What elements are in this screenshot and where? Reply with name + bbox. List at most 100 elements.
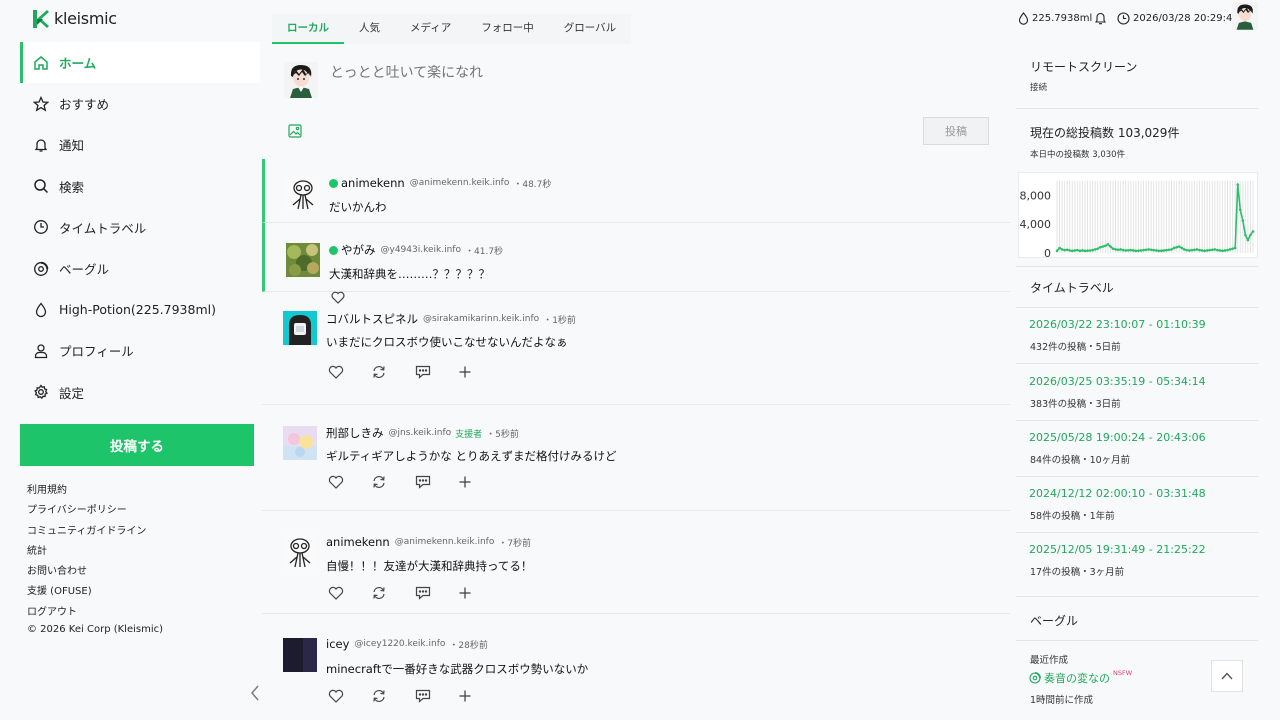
bagel-created: 1時間前に作成: [1030, 695, 1094, 706]
composer-input[interactable]: [330, 62, 930, 84]
nav-item-notifications[interactable]: 通知: [20, 124, 260, 165]
reply-icon[interactable]: [415, 475, 458, 489]
nav-item-search[interactable]: 検索: [20, 166, 260, 207]
footer-link-privacy[interactable]: プライバシーポリシー: [27, 501, 163, 521]
timetravel-info: 84件の投稿・10ヶ月前: [1030, 455, 1131, 466]
post[interactable]: やがみ @y4943i.keik.info ・41.7秒 大漢和辞典を………？？…: [262, 223, 1010, 304]
tab-local[interactable]: ローカル: [272, 14, 344, 44]
post-author-name[interactable]: コバルトスピネル: [326, 311, 418, 327]
footer-link-guidelines[interactable]: コミュニティガイドライン: [27, 522, 163, 542]
post-avatar[interactable]: [283, 535, 317, 569]
tab-following[interactable]: フォロー中: [466, 14, 549, 44]
footer-link-support[interactable]: 支援 (OFUSE): [27, 582, 163, 602]
timetravel-range[interactable]: 2024/12/12 02:00:10 - 03:31:48: [1029, 487, 1206, 500]
image-attach-icon[interactable]: [288, 124, 302, 138]
nav-item-recommended[interactable]: おすすめ: [20, 83, 260, 124]
post[interactable]: animekenn @animekenn.keik.info ・7秒前 自慢！！…: [262, 511, 1010, 614]
post-author-name[interactable]: icey: [326, 637, 349, 651]
divider: [1016, 307, 1258, 308]
bell-icon[interactable]: [1094, 11, 1107, 25]
post-author-name[interactable]: やがみ: [341, 242, 376, 258]
heart-icon[interactable]: [328, 365, 371, 379]
reply-icon[interactable]: [415, 586, 458, 600]
add-reaction-icon[interactable]: [458, 475, 501, 489]
timetravel-range[interactable]: 2026/03/22 23:10:07 - 01:10:39: [1029, 318, 1206, 331]
post[interactable]: 刑部しきみ @jns.keik.info 支援者 ・5秒前 ギルティギアしようか…: [262, 405, 1010, 511]
footer-link-terms[interactable]: 利用規約: [27, 481, 163, 501]
post-author-name[interactable]: animekenn: [341, 176, 405, 190]
post[interactable]: icey @icey1220.keik.info ・28秒前 minecraft…: [262, 614, 1010, 720]
post-avatar[interactable]: [286, 243, 320, 277]
compose-post-button[interactable]: 投稿する: [20, 424, 254, 466]
post[interactable]: animekenn @animekenn.keik.info ・48.7秒 だい…: [262, 159, 1010, 223]
chart-point: [1098, 245, 1102, 249]
post-time: ・7秒前: [498, 538, 532, 549]
chart-point: [1182, 248, 1186, 251]
footer-link-contact[interactable]: お問い合わせ: [27, 562, 163, 582]
post-author-acct[interactable]: @y4943i.keik.info: [381, 245, 461, 255]
add-reaction-icon[interactable]: [458, 365, 501, 379]
composer-submit-button[interactable]: 投稿: [923, 117, 989, 145]
tab-global[interactable]: グローバル: [549, 14, 631, 44]
logo-text: kleismic: [54, 9, 117, 28]
chart-point: [1193, 248, 1196, 252]
post-author-acct[interactable]: @sirakamikarinn.keik.info: [423, 314, 539, 324]
post-author-name[interactable]: 刑部しきみ: [326, 425, 384, 441]
post-author-acct[interactable]: @jns.keik.info: [389, 428, 452, 438]
potion-status[interactable]: 225.7938ml: [1018, 12, 1092, 25]
post-author-acct[interactable]: @animekenn.keik.info: [395, 537, 495, 547]
reply-icon[interactable]: [415, 365, 458, 379]
repost-icon[interactable]: [371, 365, 414, 379]
post-author-acct[interactable]: @animekenn.keik.info: [410, 178, 510, 188]
star-icon: [32, 95, 50, 113]
post-author-name[interactable]: animekenn: [326, 535, 390, 549]
repost-icon[interactable]: [371, 475, 414, 489]
post-avatar[interactable]: [283, 638, 317, 672]
chart-point: [1188, 249, 1191, 252]
chart-point: [1149, 248, 1153, 252]
nav-item-timetravel[interactable]: タイムトラベル: [20, 207, 260, 248]
post-author-acct[interactable]: @icey1220.keik.info: [354, 639, 445, 649]
add-reaction-icon[interactable]: [458, 586, 501, 600]
footer-link-logout[interactable]: ログアウト: [27, 603, 163, 623]
nav-item-home[interactable]: ホーム: [20, 42, 260, 84]
clock-status: 2026/03/28 20:29:44: [1117, 12, 1239, 25]
chart-y-tick-label: 0: [1044, 247, 1051, 259]
tab-media[interactable]: メディア: [395, 14, 466, 44]
chart-point: [1109, 245, 1112, 248]
chart-point: [1129, 248, 1133, 252]
footer-link-stats[interactable]: 統計: [27, 542, 163, 562]
nav-item-profile[interactable]: プロフィール: [20, 330, 260, 371]
post-avatar[interactable]: [283, 311, 317, 345]
tab-popular[interactable]: 人気: [344, 14, 395, 44]
repost-icon[interactable]: [371, 689, 414, 703]
timetravel-range[interactable]: 2026/03/25 03:35:19 - 05:34:14: [1029, 375, 1206, 388]
timetravel-range[interactable]: 2025/12/05 19:31:49 - 21:25:22: [1029, 543, 1206, 556]
timetravel-info: 432件の投稿・5日前: [1030, 342, 1121, 353]
heart-icon[interactable]: [328, 586, 371, 600]
nav-item-bagel[interactable]: ベーグル: [20, 248, 260, 289]
nav-item-settings[interactable]: 設定: [20, 372, 260, 413]
scroll-to-top-button[interactable]: [1211, 660, 1243, 692]
repost-icon[interactable]: [371, 586, 414, 600]
nav-item-high-potion[interactable]: High-Potion(225.7938ml): [20, 289, 260, 330]
chevron-left-icon[interactable]: [247, 684, 263, 702]
chart-point: [1170, 248, 1173, 251]
post-avatar[interactable]: [283, 426, 317, 460]
chart-point: [1081, 249, 1084, 252]
nav-item-label: プロフィール: [59, 344, 134, 360]
chart-point: [1190, 248, 1194, 252]
post[interactable]: コバルトスピネル @sirakamikarinn.keik.info ・1秒前 …: [262, 292, 1010, 405]
add-reaction-icon[interactable]: [458, 689, 501, 703]
heart-icon[interactable]: [328, 475, 371, 489]
bagel-item[interactable]: 奏音の変なの NSFW: [1029, 669, 1132, 686]
timetravel-range[interactable]: 2025/05/28 19:00:24 - 20:43:06: [1029, 431, 1206, 444]
remote-screen-status[interactable]: 接続: [1030, 81, 1047, 93]
heart-icon[interactable]: [328, 689, 371, 703]
chart-point: [1200, 249, 1204, 252]
timetravel-info: 383件の投稿・3日前: [1030, 399, 1121, 410]
post-avatar[interactable]: [286, 177, 320, 211]
logo[interactable]: kleismic: [33, 9, 117, 28]
user-avatar[interactable]: [1232, 2, 1258, 30]
reply-icon[interactable]: [415, 689, 458, 703]
